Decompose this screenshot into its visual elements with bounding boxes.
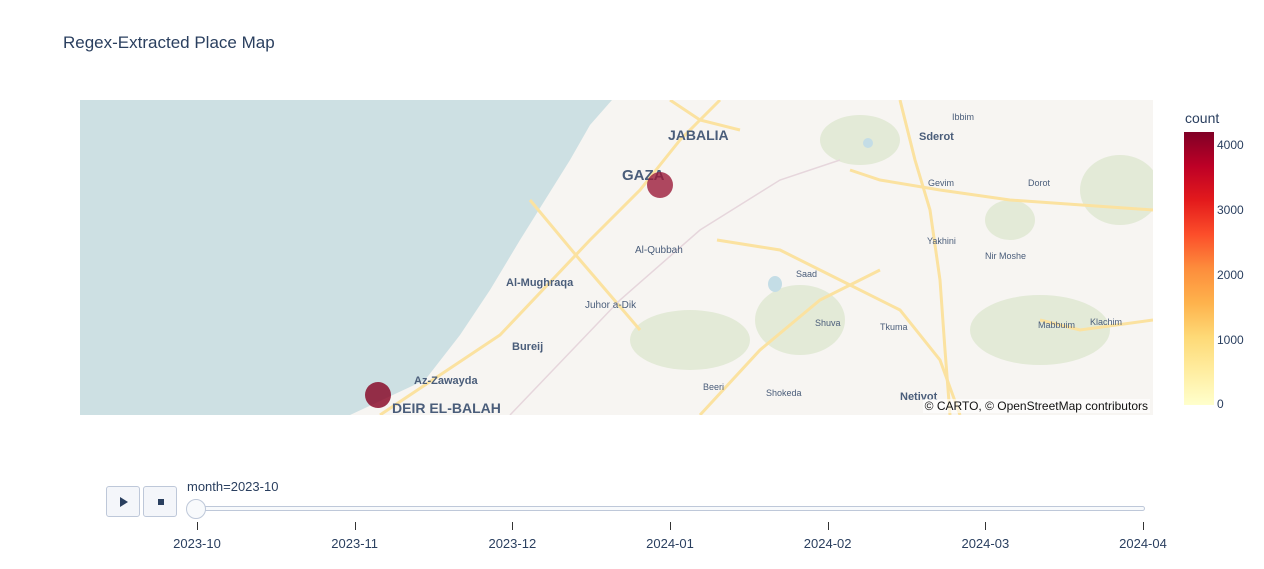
slider-step-label[interactable]: 2023-12 xyxy=(488,536,536,551)
map-marker[interactable] xyxy=(365,382,391,408)
slider-step-label[interactable]: 2024-04 xyxy=(1119,536,1167,551)
slider-tick xyxy=(197,522,198,530)
map-water-body xyxy=(768,276,782,292)
colorbar-tick: 0 xyxy=(1217,397,1224,411)
slider-step-label[interactable]: 2023-11 xyxy=(331,536,378,551)
place-label: Saad xyxy=(796,269,817,279)
slider-rail[interactable] xyxy=(196,506,1145,511)
place-label: Al-Mughraqa xyxy=(506,277,574,289)
place-label: JABALIA xyxy=(668,127,729,143)
place-label: DEIR EL-BALAH xyxy=(392,400,501,415)
slider-tick xyxy=(512,522,514,530)
map-water-body xyxy=(863,138,873,148)
chart-title: Regex-Extracted Place Map xyxy=(63,33,275,52)
slider-tick xyxy=(670,522,671,530)
place-label: Dorot xyxy=(1028,178,1051,188)
place-label: Juhor a-Dik xyxy=(585,300,637,311)
place-label: Nir Moshe xyxy=(985,251,1026,261)
slider-step-label[interactable]: 2024-02 xyxy=(804,536,852,551)
colorbar-tick: 4000 xyxy=(1217,138,1244,152)
place-label: Shokeda xyxy=(766,388,802,398)
place-label: Gevim xyxy=(928,178,954,188)
place-label: Bureij xyxy=(512,341,543,353)
map-basemap: JABALIAGAZADEIR EL-BALAHAl-QubbahAl-Mugh… xyxy=(80,100,1153,415)
slider-handle[interactable] xyxy=(186,499,206,519)
stop-button[interactable] xyxy=(143,486,177,517)
place-label: Az-Zawayda xyxy=(414,375,478,387)
play-button[interactable] xyxy=(106,486,140,517)
slider-tick xyxy=(985,522,987,530)
slider-current-value: month=2023-10 xyxy=(187,479,279,494)
map-attribution[interactable]: © CARTO, © OpenStreetMap contributors xyxy=(922,399,1150,413)
map-marker[interactable] xyxy=(647,172,673,198)
colorbar-tick: 3000 xyxy=(1217,203,1244,217)
place-label: Beeri xyxy=(703,382,724,392)
place-label: Al-Qubbah xyxy=(635,245,683,256)
slider-tick xyxy=(354,522,356,530)
place-label: Tkuma xyxy=(880,322,908,332)
colorbar-title: count xyxy=(1185,110,1220,126)
play-icon xyxy=(120,497,128,507)
colorbar-tick: 2000 xyxy=(1217,268,1244,282)
slider-step-label[interactable]: 2024-03 xyxy=(961,536,1009,551)
place-label: Yakhini xyxy=(927,236,956,246)
place-label: Mabbuim xyxy=(1038,320,1075,330)
map-view[interactable]: JABALIA GAZA DEIR EL-BALAH Al-Qubbah Al-Mugh… xyxy=(80,100,1153,415)
colorbar-gradient xyxy=(1184,132,1214,405)
place-label: Klachim xyxy=(1090,317,1122,327)
slider-tick xyxy=(1143,522,1144,530)
colorbar-tick: 1000 xyxy=(1217,333,1244,347)
place-label: Ibbim xyxy=(952,112,974,122)
stop-icon xyxy=(158,499,164,505)
place-label: Shuva xyxy=(815,318,841,328)
slider-step-label[interactable]: 2023-10 xyxy=(173,536,221,551)
place-label: Sderot xyxy=(919,131,954,143)
slider-step-label[interactable]: 2024-01 xyxy=(646,536,694,551)
slider-tick xyxy=(827,522,829,530)
